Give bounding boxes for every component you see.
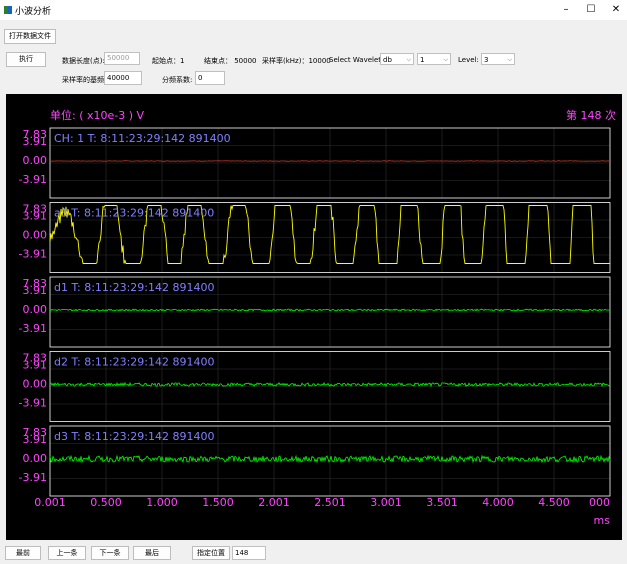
channel-panel: 7.833.910.00-3.91a3 T: 8:11:23:29:142 89… (19, 202, 611, 273)
channel-panel: 7.833.910.00-3.91d3 T: 8:11:23:29:142 89… (19, 425, 611, 497)
data-length-label: 数据长度(点): (62, 57, 105, 65)
y-tick-label: 3.91 (23, 359, 48, 372)
y-tick-label: 3.91 (23, 135, 48, 148)
close-button[interactable]: ✕ (606, 2, 626, 18)
base-rate-input[interactable]: 40000 (104, 71, 142, 85)
goto-position-input[interactable]: 148 (232, 546, 266, 560)
x-tick-label: 1.500 (202, 496, 234, 509)
level-select-value: 3 (484, 56, 489, 64)
x-tick-label: 3.501 (426, 496, 458, 509)
base-rate-label: 采样率的基频: (62, 76, 107, 84)
app-icon (4, 6, 12, 14)
end-point-label: 结束点： 50000 (204, 57, 257, 65)
y-tick-label: 3.91 (23, 210, 48, 223)
channel-panel: 7.833.910.00-3.91d1 T: 8:11:23:29:142 89… (19, 276, 611, 348)
wavelet-select-value: db (383, 56, 392, 64)
maximize-button[interactable]: ☐ (581, 2, 601, 18)
channel-label: d2 T: 8:11:23:29:142 891400 (54, 356, 215, 369)
chevron-down-icon: ⌵ (443, 56, 448, 63)
divider-label: 分频系数: (162, 76, 193, 84)
minimize-button[interactable]: – (556, 2, 576, 18)
wavelet-select[interactable]: db ⌵ (380, 53, 414, 65)
y-tick-label: -3.91 (19, 471, 47, 484)
channel-label: d3 T: 8:11:23:29:142 891400 (54, 430, 215, 443)
last-button[interactable]: 最后 (133, 546, 171, 560)
y-tick-label: -3.91 (19, 397, 47, 410)
y-tick-label: 0.00 (23, 452, 48, 465)
level-select[interactable]: 3 ⌵ (481, 53, 515, 65)
x-tick-label: 000 (589, 496, 610, 509)
prev-button[interactable]: 上一条 (48, 546, 86, 560)
y-tick-label: -3.91 (19, 248, 47, 261)
unit-label: 单位: ( x10e-3 ) V (50, 108, 145, 122)
waveform-chart: 单位: ( x10e-3 ) V 第 148 次 7.833.910.00-3.… (19, 108, 616, 527)
y-tick-label: 0.00 (23, 229, 48, 242)
start-point-label: 起始点：1 (152, 57, 185, 65)
count-label: 第 148 次 (566, 108, 616, 122)
x-unit-label: ms (594, 514, 611, 527)
x-tick-label: 2.501 (314, 496, 346, 509)
y-tick-label: 3.91 (23, 284, 48, 297)
channel-label: a3 T: 8:11:23:29:142 891400 (54, 207, 214, 220)
channel-label: CH: 1 T: 8:11:23:29:142 891400 (54, 132, 231, 145)
waveform-trace (50, 160, 611, 162)
window-title: 小波分析 (15, 7, 52, 17)
data-length-input[interactable]: 50000 (104, 52, 140, 65)
wavelet-order-select[interactable]: 1 ⌵ (417, 53, 451, 65)
x-tick-label: 4.000 (482, 496, 514, 509)
x-tick-label: 4.500 (538, 496, 570, 509)
next-button[interactable]: 下一条 (91, 546, 129, 560)
x-tick-label: 2.001 (258, 496, 290, 509)
channel-panel: 7.833.910.00-3.91d2 T: 8:11:23:29:142 89… (19, 351, 611, 422)
sample-rate-label: 采样率(kHz)：10000 (262, 57, 331, 65)
x-tick-label: 0.500 (90, 496, 122, 509)
level-label: Level: (458, 56, 479, 64)
execute-button[interactable]: 执行 (6, 52, 46, 67)
channel-panel: 7.833.910.00-3.91CH: 1 T: 8:11:23:29:142… (19, 127, 611, 199)
wavelet-order-value: 1 (420, 56, 425, 64)
x-tick-label: 3.001 (370, 496, 402, 509)
y-tick-label: 0.00 (23, 303, 48, 316)
x-tick-label: 0.001 (34, 496, 66, 509)
goto-button[interactable]: 指定位置 (192, 546, 230, 560)
y-tick-label: 3.91 (23, 433, 48, 446)
chevron-down-icon: ⌵ (507, 56, 512, 63)
open-data-file-button[interactable]: 打开数据文件 (4, 29, 56, 44)
chevron-down-icon: ⌵ (406, 56, 411, 63)
channel-label: d1 T: 8:11:23:29:142 891400 (54, 281, 215, 294)
waveform-plot: 单位: ( x10e-3 ) V 第 148 次 7.83 3.91 0.00 -3.… (6, 94, 622, 540)
y-tick-label: -3.91 (19, 322, 47, 335)
y-tick-label: 0.00 (23, 154, 48, 167)
y-tick-label: 0.00 (23, 378, 48, 391)
y-tick-label: -3.91 (19, 173, 47, 186)
x-tick-label: 1.000 (146, 496, 178, 509)
title-bar: 小波分析 – ☐ ✕ (0, 0, 627, 20)
first-button[interactable]: 最前 (5, 546, 41, 560)
divider-input[interactable]: 0 (195, 71, 225, 85)
select-wavelet-label: Select Wavelet: (329, 56, 384, 64)
